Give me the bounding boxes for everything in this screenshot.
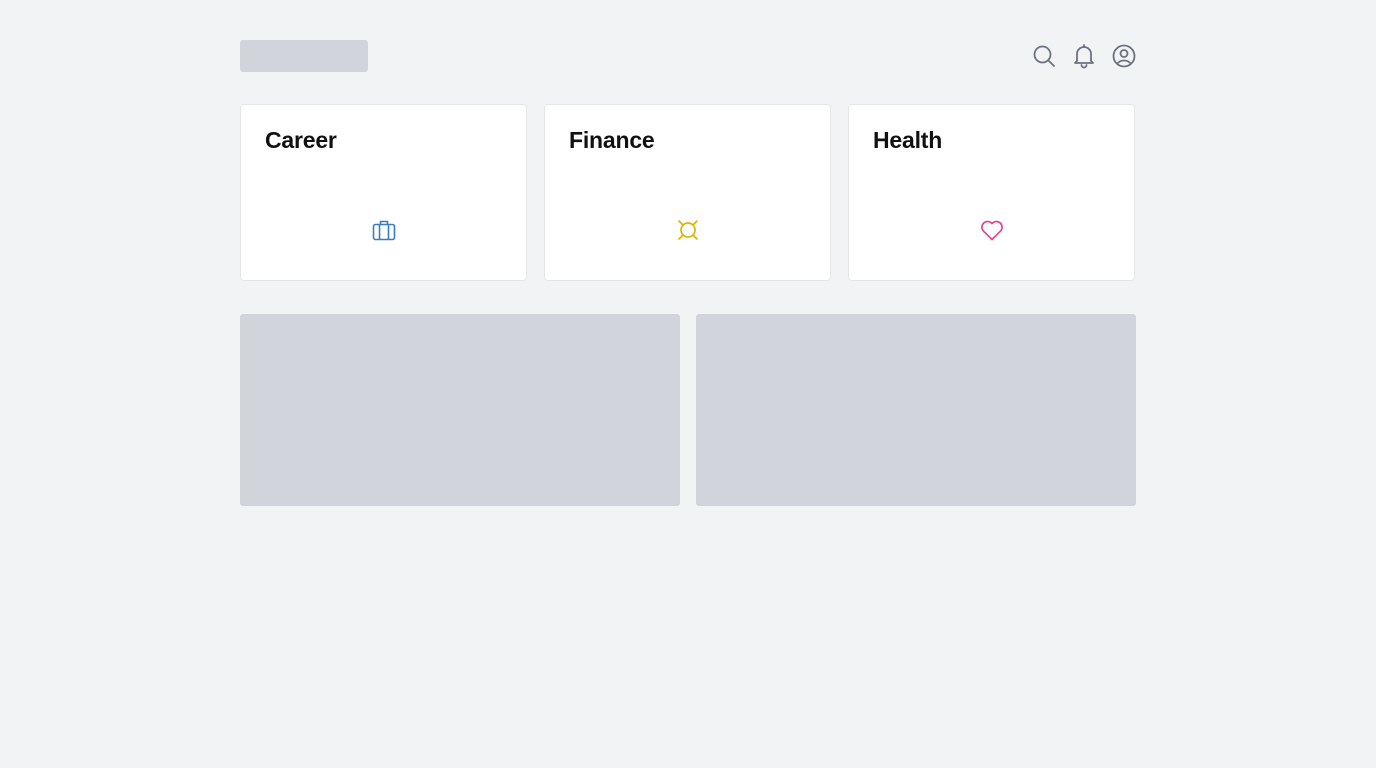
header-actions xyxy=(1032,43,1136,69)
currency-icon xyxy=(675,217,701,243)
card-title: Career xyxy=(265,127,337,153)
search-icon[interactable] xyxy=(1032,43,1056,69)
content-panels xyxy=(240,314,1136,506)
card-title: Health xyxy=(873,127,943,153)
bell-icon[interactable] xyxy=(1072,43,1096,69)
loading-panel-left xyxy=(240,314,680,506)
card-health[interactable]: Health xyxy=(848,104,1135,281)
briefcase-icon xyxy=(371,217,397,243)
heart-icon xyxy=(979,217,1005,243)
logo-placeholder xyxy=(240,40,368,72)
page-container: Career Finance Health xyxy=(240,0,1136,506)
card-finance[interactable]: Finance xyxy=(544,104,831,281)
user-circle-icon[interactable] xyxy=(1112,43,1136,69)
card-title: Finance xyxy=(569,127,655,153)
category-cards: Career Finance Health xyxy=(240,104,1136,281)
card-career[interactable]: Career xyxy=(240,104,527,281)
loading-panel-right xyxy=(696,314,1136,506)
header xyxy=(240,0,1136,104)
